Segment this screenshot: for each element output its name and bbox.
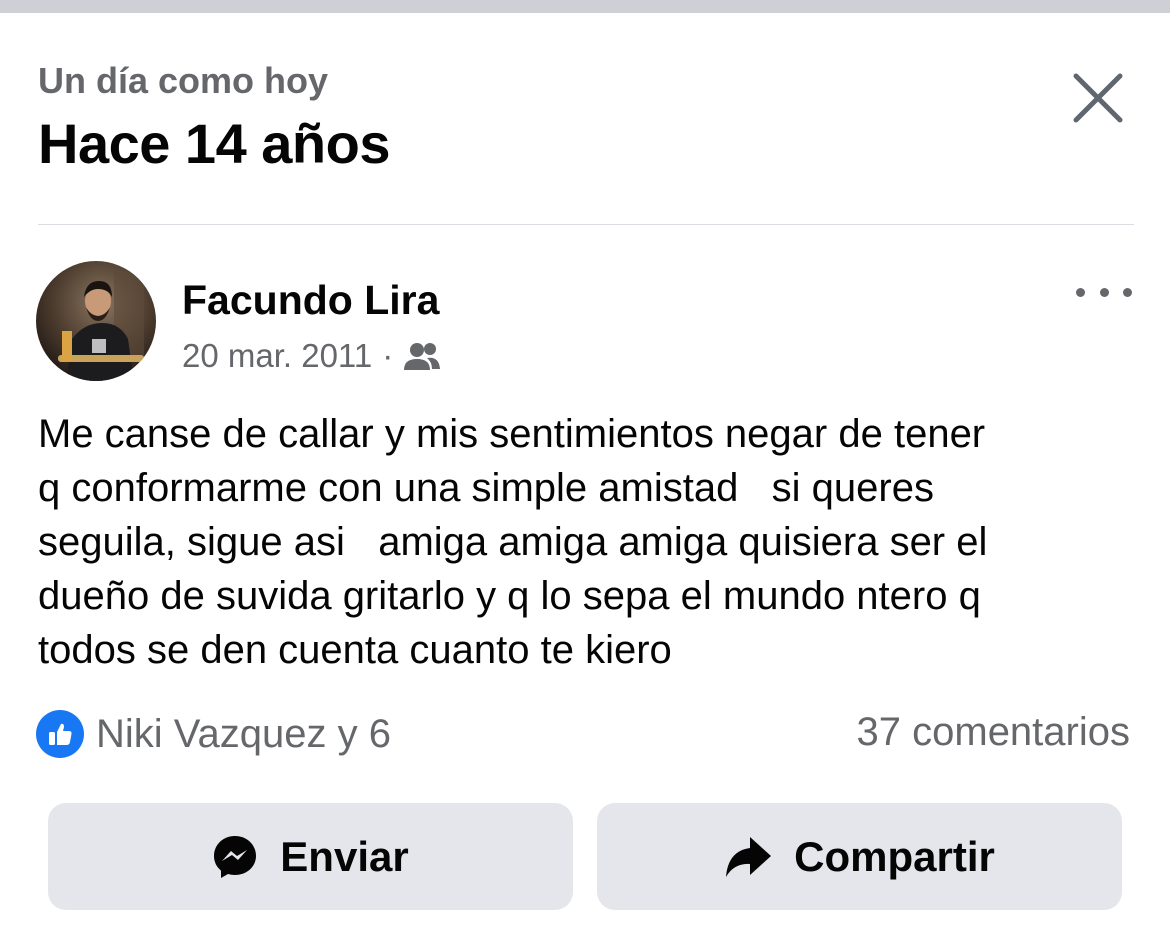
like-icon [36,710,84,758]
reactions-text: Niki Vazquez y 6 [96,711,391,756]
messenger-icon [212,834,258,880]
send-button[interactable]: Enviar [48,803,573,910]
meta-separator: · [382,337,394,374]
memory-title: Hace 14 años [38,112,390,175]
avatar-photo [36,261,156,381]
author-name[interactable]: Facundo Lira [182,277,439,324]
share-button[interactable]: Compartir [597,803,1122,910]
send-button-label: Enviar [280,832,409,880]
share-icon [724,835,772,879]
post-date[interactable]: 20 mar. 2011 [182,337,372,375]
close-button[interactable] [1066,66,1130,130]
author-avatar[interactable] [36,261,156,381]
comments-count[interactable]: 37 comentarios [857,710,1130,755]
top-handle-bar [0,0,1170,13]
post-meta: 20 mar. 2011 · [182,337,441,375]
reactions-summary[interactable]: Niki Vazquez y 6 [36,710,391,758]
more-options-button[interactable] [1076,277,1132,307]
header-divider [38,224,1134,225]
memory-subtitle: Un día como hoy [38,60,329,101]
friends-icon [404,343,441,370]
close-icon [1073,73,1123,123]
more-icon [1076,287,1085,297]
post-text: Me canse de callar y mis sentimientos ne… [38,412,988,672]
share-button-label: Compartir [794,832,995,880]
